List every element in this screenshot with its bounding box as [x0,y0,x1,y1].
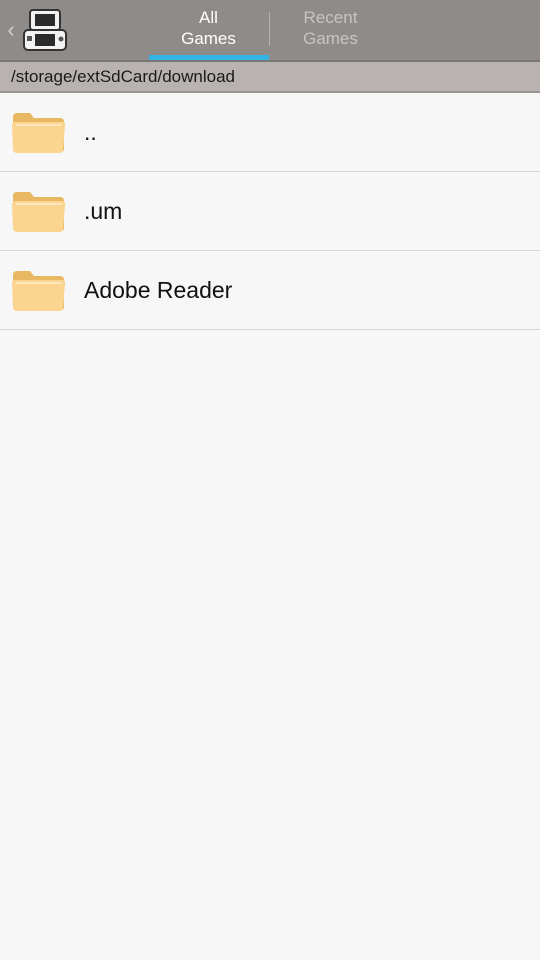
tab-all-games[interactable]: All Games [148,0,269,60]
nintendo-ds-icon [23,9,67,51]
folder-icon [12,113,66,153]
current-path: /storage/extSdCard/download [11,67,235,86]
file-name: .um [84,197,123,224]
list-item-adobe-reader-folder[interactable]: Adobe Reader [0,251,540,330]
tab-all-games-label: All Games [181,8,236,48]
action-bar: ‹ All Games Recent Games [0,0,540,60]
path-bar: /storage/extSdCard/download [0,60,540,93]
list-item-um-folder[interactable]: .um [0,172,540,251]
tab-recent-games[interactable]: Recent Games [270,0,391,60]
file-name: Adobe Reader [84,276,233,303]
file-list: .. .um Adobe Reader [0,93,540,330]
tab-bar: All Games Recent Games [148,0,391,60]
tab-recent-games-label: Recent Games [303,8,358,48]
folder-icon [12,271,66,311]
folder-icon [12,192,66,232]
up-button[interactable]: ‹ [0,0,80,60]
file-name: .. [84,118,97,145]
list-item-parent-folder[interactable]: .. [0,93,540,172]
chevron-left-icon: ‹ [7,17,15,42]
